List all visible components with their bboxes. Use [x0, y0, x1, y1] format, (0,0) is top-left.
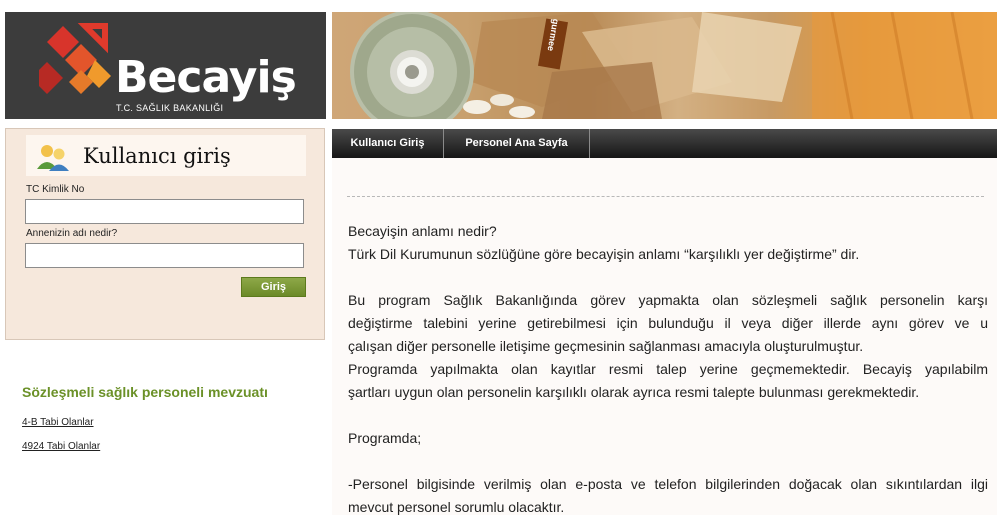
logo-subtitle: T.C. SAĞLIK BAKANLIĞI [116, 103, 224, 113]
login-button[interactable]: Giriş [241, 277, 306, 297]
mother-name-label: Annenizin adı nedir? [26, 228, 118, 239]
logo-diamond-icon [39, 23, 111, 94]
content-line: Programda; [348, 430, 422, 446]
nav-personel-ana-sayfa[interactable]: Personel Ana Sayfa [444, 129, 590, 158]
content-line: değiştirme talebini yerine getirebilmesi… [348, 315, 988, 331]
header-banner: gurmee [332, 12, 997, 119]
site-logo[interactable]: Becayiş T.C. SAĞLIK BAKANLIĞI [5, 12, 326, 119]
content-line: şartları uygun olan personelin karşılıkl… [348, 384, 920, 400]
nav-kullanici-giris[interactable]: Kullanıcı Giriş [332, 129, 444, 158]
content-line: Türk Dil Kurumunun sözlüğüne göre becayi… [348, 246, 860, 262]
logo-wordmark: Becayiş [115, 52, 297, 103]
login-header: Kullanıcı giriş [26, 135, 306, 176]
content-line: -Personel bilgisinde verilmiş olan e-pos… [348, 476, 988, 492]
mevzuat-title: Sözleşmeli sağlık personeli mevzuatı [22, 384, 268, 400]
login-title: Kullanıcı giriş [83, 144, 231, 168]
content-divider [347, 196, 984, 197]
content-line: mevcut personel sorumlu olacaktır. [348, 499, 565, 515]
content-line: çalışan diğer personelle iletişime geçme… [348, 338, 864, 354]
login-panel: Kullanıcı giriş TC Kimlik No Annenizin a… [5, 128, 325, 340]
main-content: Becayişin anlamı nedir? Türk Dil Kurumun… [332, 158, 997, 515]
content-line: Bu program Sağlık Bakanlığında görev yap… [348, 292, 988, 308]
content-line: Becayişin anlamı nedir? [348, 223, 497, 239]
content-line: Programda yapılmakta olan kayıtlar resmi… [348, 361, 988, 377]
main-nav: Kullanıcı Giriş Personel Ana Sayfa [332, 129, 997, 158]
link-4b-tabi[interactable]: 4-B Tabi Olanlar [22, 417, 94, 428]
tc-kimlik-input[interactable] [25, 199, 304, 224]
banner-artwork [350, 12, 997, 119]
tc-label: TC Kimlik No [26, 184, 85, 195]
users-icon [37, 145, 69, 171]
link-4924-tabi[interactable]: 4924 Tabi Olanlar [22, 441, 100, 452]
mother-name-input[interactable] [25, 243, 304, 268]
